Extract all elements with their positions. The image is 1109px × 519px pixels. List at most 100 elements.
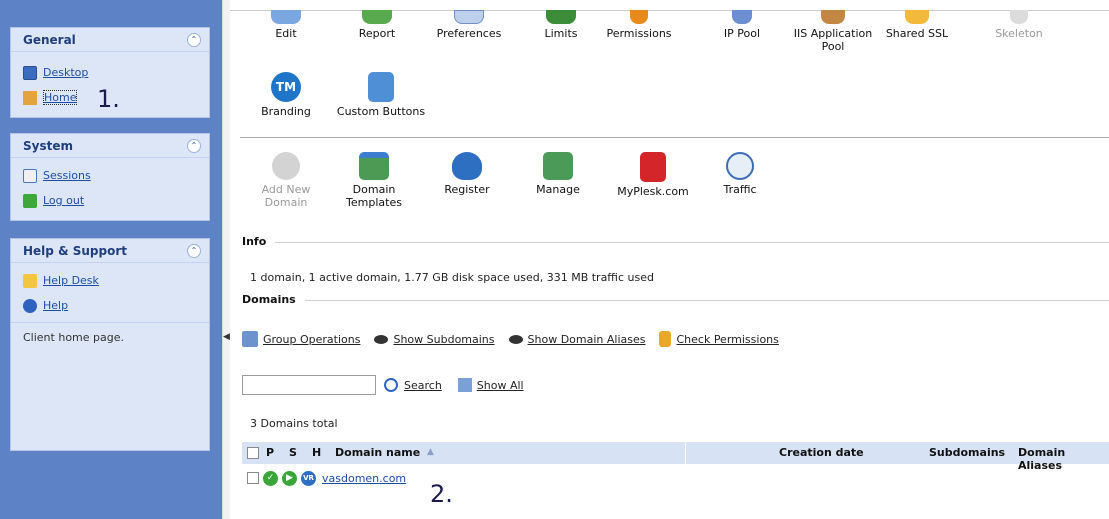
tool-custom-buttons[interactable]: Custom Buttons [336, 72, 426, 118]
tool-branding-label: Branding [261, 105, 311, 118]
tool-myplesk[interactable]: MyPlesk.com [608, 152, 698, 198]
tool-edit[interactable]: Edit [245, 10, 327, 40]
tool-ip-pool[interactable]: IP Pool [701, 10, 783, 40]
column-subdomains[interactable]: Subdomains [929, 446, 1005, 459]
eye-icon [508, 334, 523, 344]
tool-traffic[interactable]: Traffic [699, 152, 781, 196]
main-content: Edit Report Preferences Limits Permissio… [230, 0, 1109, 519]
search-button[interactable]: Search [404, 379, 442, 392]
sidebar-item-help-desk[interactable]: Help Desk [11, 268, 209, 293]
sort-ascending-icon[interactable]: ▲ [427, 447, 434, 457]
check-permissions-button[interactable]: Check Permissions [659, 331, 779, 347]
sidebar-item-desktop-link[interactable]: Desktop [43, 66, 88, 79]
column-s[interactable]: S [289, 446, 297, 459]
help-description-box: Client home page. [11, 322, 209, 434]
tool-manage[interactable]: Manage [517, 152, 599, 196]
ip-pool-icon [732, 10, 752, 24]
show-aliases-button[interactable]: Show Domain Aliases [508, 333, 646, 346]
sidebar-item-help-link[interactable]: Help [43, 299, 68, 312]
sidebar-item-desktop[interactable]: Desktop [11, 60, 209, 85]
help-icon [23, 298, 37, 313]
sidebar-item-logout[interactable]: Log out [11, 188, 209, 213]
tool-preferences-label: Preferences [436, 27, 502, 40]
tool-skeleton[interactable]: Skeleton [978, 10, 1060, 40]
tool-edit-label: Edit [275, 27, 297, 40]
tool-report[interactable]: Report [336, 10, 418, 40]
panel-help-header: Help & Support ⌃ [11, 239, 209, 263]
play-status-icon: ▶ [282, 470, 297, 486]
domain-link[interactable]: vasdomen.com [322, 472, 406, 485]
group-operations-button[interactable]: Group Operations [242, 331, 360, 347]
search-icon[interactable] [384, 378, 398, 392]
tool-iis-pool[interactable]: IIS Application Pool [792, 10, 874, 53]
tool-limits-label: Limits [544, 27, 578, 40]
check-permissions-link[interactable]: Check Permissions [676, 333, 778, 346]
tool-register[interactable]: Register [426, 152, 508, 196]
domain-operations: Group Operations Show Subdomains Show Do… [242, 331, 793, 347]
tool-add-domain-label: Add New Domain [261, 183, 311, 209]
collapse-sidebar-arrow-icon[interactable]: ◀ [223, 332, 230, 342]
search-input[interactable] [242, 375, 376, 395]
show-subdomains-button[interactable]: Show Subdomains [374, 333, 495, 346]
sidebar-item-help[interactable]: Help [11, 293, 209, 318]
column-creation-date[interactable]: Creation date [779, 446, 864, 459]
search-row: Search Show All [242, 375, 524, 395]
branding-badge: TM [275, 79, 297, 94]
domains-total: 3 Domains total [250, 417, 338, 430]
tool-iis-pool-label: IIS Application Pool [793, 27, 873, 53]
show-subdomains-link[interactable]: Show Subdomains [393, 333, 494, 346]
group-operations-link[interactable]: Group Operations [263, 333, 360, 346]
tool-permissions[interactable]: Permissions [598, 10, 680, 40]
help-description: Client home page. [23, 331, 124, 344]
tool-preferences[interactable]: Preferences [428, 10, 510, 40]
sidebar-item-help-desk-link[interactable]: Help Desk [43, 274, 99, 287]
sidebar-item-logout-link[interactable]: Log out [43, 194, 84, 207]
panel-system-title: System [23, 138, 73, 153]
domain-templates-icon [359, 152, 389, 180]
check-status-icon: ✓ [263, 470, 278, 486]
tool-custom-buttons-label: Custom Buttons [336, 105, 426, 118]
column-p[interactable]: P [266, 446, 274, 459]
logout-icon [23, 193, 37, 208]
show-aliases-link[interactable]: Show Domain Aliases [528, 333, 646, 346]
shared-ssl-icon [905, 10, 929, 24]
collapse-help-button[interactable]: ⌃ [187, 243, 201, 258]
report-icon [362, 10, 392, 24]
panel-general-title: General [23, 32, 76, 47]
panel-general-header: General ⌃ [11, 28, 209, 52]
tool-shared-ssl-label: Shared SSL [885, 27, 949, 40]
collapse-system-button[interactable]: ⌃ [187, 138, 201, 153]
show-all-button[interactable]: Show All [477, 379, 524, 392]
sidebar-item-home-link[interactable]: Home [43, 90, 78, 105]
permissions-icon [630, 10, 648, 24]
home-icon [23, 90, 37, 105]
iis-pool-icon [821, 10, 845, 24]
custom-buttons-icon [368, 72, 394, 102]
hosting-type-label: VR [303, 474, 314, 482]
tool-shared-ssl[interactable]: Shared SSL [876, 10, 958, 40]
myplesk-icon [640, 152, 666, 182]
column-h[interactable]: H [312, 446, 321, 459]
domains-table-header: P S H Domain name ▲ Creation date Subdom… [242, 442, 1109, 472]
row-checkbox[interactable] [247, 472, 259, 484]
info-section-title: Info [242, 235, 267, 248]
branding-icon: TM [271, 72, 301, 102]
sidebar-splitter[interactable] [222, 0, 230, 519]
sidebar: General ⌃ Desktop Home 1. System ⌃ Sessi… [0, 0, 222, 519]
panel-help: Help & Support ⌃ Help Desk Help Client h… [10, 238, 210, 451]
select-all-checkbox[interactable] [247, 447, 259, 459]
column-domain-name[interactable]: Domain name [335, 446, 420, 459]
tool-manage-label: Manage [536, 183, 580, 196]
tool-domain-templates[interactable]: Domain Templates [333, 152, 415, 209]
eye-icon [374, 334, 389, 344]
sidebar-item-sessions-link[interactable]: Sessions [43, 169, 91, 182]
tools-separator [240, 137, 1109, 138]
tool-branding[interactable]: TM Branding [245, 72, 327, 118]
tool-myplesk-label: MyPlesk.com [617, 185, 689, 198]
tool-add-domain[interactable]: Add New Domain [240, 152, 332, 209]
column-divider [685, 442, 686, 464]
sidebar-item-sessions[interactable]: Sessions [11, 163, 209, 188]
tool-limits[interactable]: Limits [520, 10, 602, 40]
annotation-2: 2. [430, 480, 453, 508]
collapse-general-button[interactable]: ⌃ [187, 32, 201, 47]
